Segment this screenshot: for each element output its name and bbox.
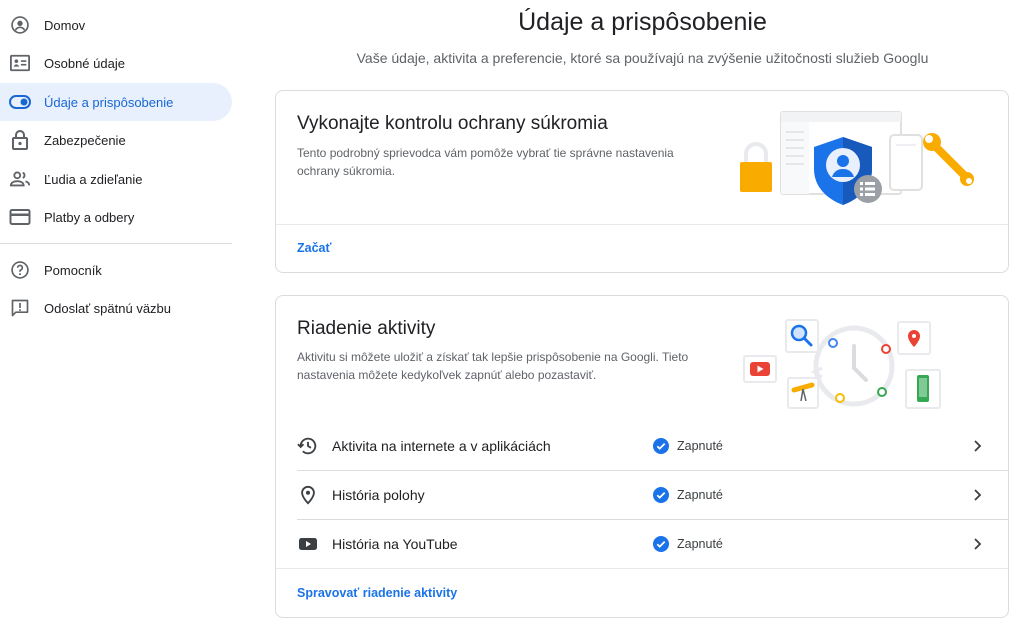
sidebar-item-label: Platby a odbery [44,209,135,225]
activity-row-web-app[interactable]: Aktivita na internete a v aplikáciách Za… [276,421,1008,470]
sidebar-item-label: Domov [44,17,86,33]
credit-card-icon [8,205,32,229]
sidebar-item-security[interactable]: Zabezpečenie [0,121,232,159]
activity-row-location-history[interactable]: História polohy Zapnuté [276,470,1008,519]
activity-row-label: História na YouTube [332,535,458,552]
activity-card-description: Aktivitu si môžete uložiť a získať tak l… [297,350,689,382]
activity-status: Zapnuté [677,438,723,453]
feedback-icon [8,296,32,320]
sidebar-item-personal-info[interactable]: Osobné údaje [0,44,232,82]
lock-icon [8,128,32,152]
chevron-right-icon [974,488,982,501]
privacy-illustration [740,111,974,205]
activity-row-youtube-history[interactable]: História na YouTube Zapnuté [276,519,1008,568]
toggle-icon [8,90,32,114]
start-privacy-checkup-link[interactable]: Začať [297,241,331,255]
sidebar-item-data-personalization[interactable]: Údaje a prispôsobenie [0,83,232,121]
sidebar: Domov Osobné údaje Údaje a prispôsobenie… [0,0,240,629]
sidebar-item-home[interactable]: Domov [0,6,232,44]
privacy-checkup-card: Vykonajte kontrolu ochrany súkromia Tent… [275,90,1009,273]
card-divider [276,568,1008,569]
chevron-right-icon [974,537,982,550]
help-icon [8,258,32,282]
sidebar-item-people-sharing[interactable]: Ľudia a zdieľanie [0,160,232,198]
page-title: Údaje a prispôsobenie [518,8,767,36]
location-pin-icon [297,484,319,506]
people-icon [8,167,32,191]
activity-status: Zapnuté [677,536,723,551]
activity-illustration [743,319,941,409]
activity-status: Zapnuté [677,487,723,502]
sidebar-divider [0,243,232,244]
activity-controls-card: Riadenie aktivity Aktivitu si môžete ulo… [275,295,1009,618]
account-circle-icon [8,13,32,37]
sidebar-item-label: Pomocník [44,262,102,278]
check-circle-icon [653,535,669,552]
manage-activity-controls-link[interactable]: Spravovať riadenie aktivity [297,586,457,600]
sidebar-item-label: Ľudia a zdieľanie [44,171,143,187]
history-icon [297,435,319,457]
check-circle-icon [653,486,669,503]
privacy-card-description: Tento podrobný sprievodca vám pomôže vyb… [297,146,674,178]
sidebar-item-label: Zabezpečenie [44,132,126,148]
sidebar-item-label: Údaje a prispôsobenie [44,94,174,110]
activity-row-label: Aktivita na internete a v aplikáciách [332,437,551,454]
activity-card-title: Riadenie aktivity [297,318,436,339]
privacy-card-title: Vykonajte kontrolu ochrany súkromia [297,113,608,134]
sidebar-item-feedback[interactable]: Odoslať spätnú väzbu [0,289,232,327]
id-card-icon [8,51,32,75]
check-circle-icon [653,437,669,454]
youtube-icon [297,533,319,555]
sidebar-item-label: Odoslať spätnú väzbu [44,300,172,316]
sidebar-item-payments[interactable]: Platby a odbery [0,198,232,236]
page-subtitle: Vaše údaje, aktivita a preferencie, ktor… [356,50,929,66]
card-divider [276,224,1008,225]
sidebar-item-help[interactable]: Pomocník [0,251,232,289]
chevron-right-icon [974,439,982,452]
activity-row-label: História polohy [332,486,425,503]
sidebar-item-label: Osobné údaje [44,55,125,71]
